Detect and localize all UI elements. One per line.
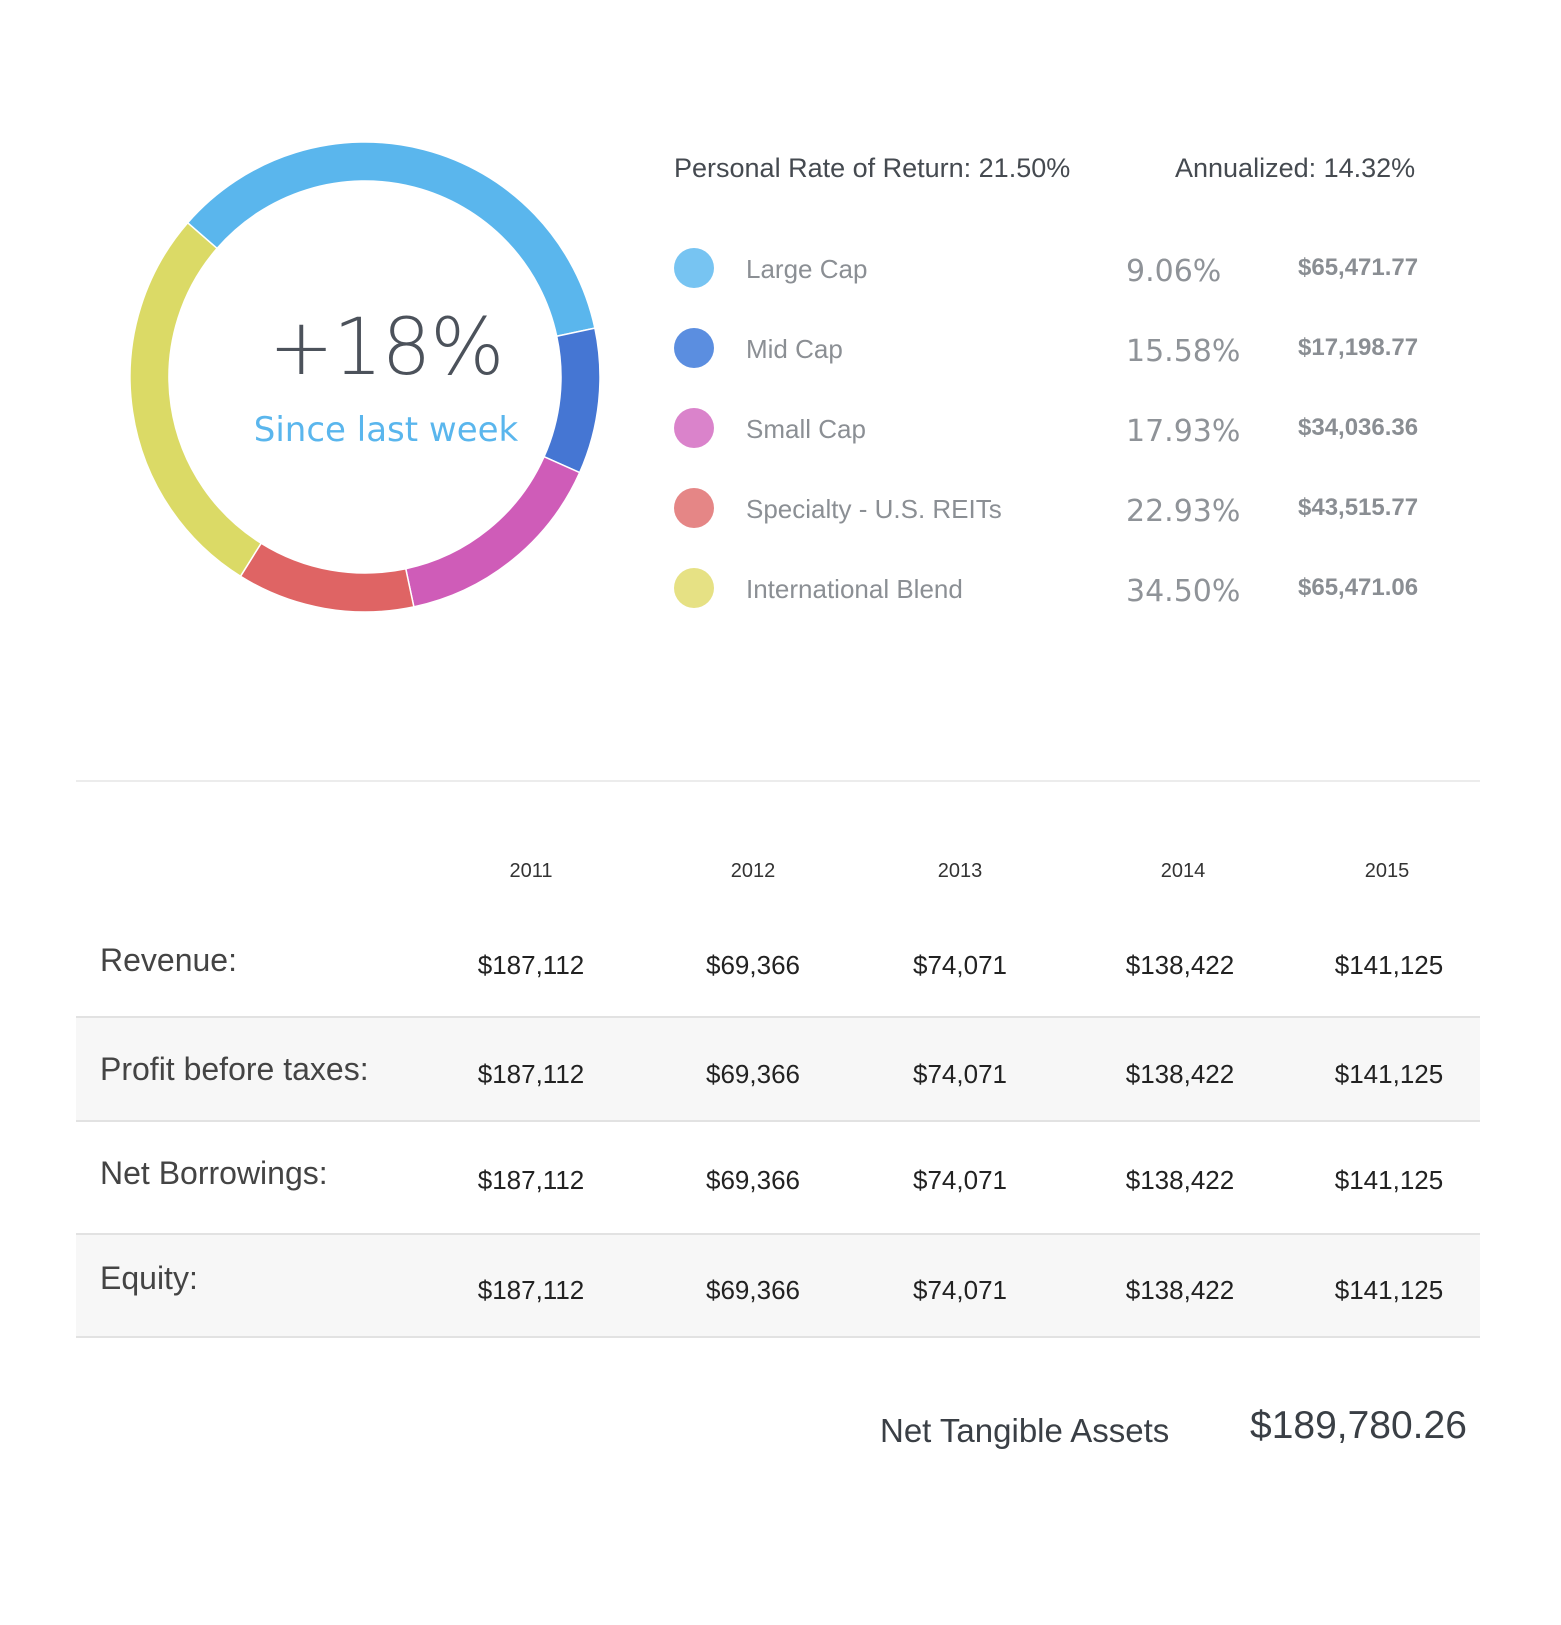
row-label: Profit before taxes: <box>100 1051 369 1087</box>
legend-item-mid-cap: Mid Cap 15.58% $17,198.77 <box>674 328 1454 369</box>
net-tangible-assets-value: $189,780.26 <box>1250 1404 1467 1447</box>
legend-dot <box>674 248 714 288</box>
donut-center: +18% Since last week <box>186 300 586 450</box>
year-header: 2015 <box>1364 860 1410 882</box>
table-row-profit-before-taxes: Profit before taxes: $187,112 $69,366 $7… <box>76 1018 1480 1122</box>
table-header-row: 2011 2012 2013 2014 2015 <box>76 860 1480 892</box>
legend-name: Small Cap <box>746 414 866 444</box>
year-header: 2013 <box>937 860 983 882</box>
table-cell: $138,422 <box>1125 1165 1235 1195</box>
table-row-revenue: Revenue: $187,112 $69,366 $74,071 $138,4… <box>76 892 1480 1018</box>
table-cell: $187,112 <box>477 1275 585 1305</box>
table-cell: $141,125 <box>1334 1165 1444 1195</box>
table-cell: $141,125 <box>1334 1059 1444 1089</box>
table-cell: $141,125 <box>1334 1275 1444 1305</box>
section-divider <box>76 780 1480 782</box>
year-header: 2011 <box>509 860 553 882</box>
legend-percent: 34.50% <box>1126 574 1241 609</box>
legend-percent: 22.93% <box>1126 494 1241 529</box>
legend-dot <box>674 408 714 448</box>
table-cell: $74,071 <box>913 950 1007 980</box>
table-cell: $138,422 <box>1125 1059 1235 1089</box>
legend-name: International Blend <box>746 574 963 604</box>
table-cell: $187,112 <box>477 1165 585 1195</box>
year-header: 2012 <box>730 860 776 882</box>
legend-dot <box>674 328 714 368</box>
legend-name: Mid Cap <box>746 334 843 364</box>
donut-segment-small-cap <box>404 455 581 608</box>
table-row-net-borrowings: Net Borrowings: $187,112 $69,366 $74,071… <box>76 1122 1480 1235</box>
legend-percent: 17.93% <box>1126 414 1241 449</box>
table-cell: $187,112 <box>477 950 585 980</box>
year-header: 2014 <box>1160 860 1206 882</box>
legend-amount: $65,471.06 <box>1298 574 1419 601</box>
table-cell: $74,071 <box>913 1165 1007 1195</box>
performance-period: Since last week <box>253 410 519 450</box>
table-cell: $69,366 <box>706 1165 800 1195</box>
table-cell: $138,422 <box>1125 950 1235 980</box>
annualized-return: Annualized: 14.32% <box>1175 153 1416 183</box>
personal-rate-of-return: Personal Rate of Return: 21.50% <box>674 153 1071 183</box>
legend-name: Large Cap <box>746 254 868 284</box>
legend-percent: 15.58% <box>1126 334 1241 369</box>
row-label: Equity: <box>100 1260 198 1296</box>
legend-amount: $43,515.77 <box>1298 494 1419 521</box>
legend-amount: $65,471.77 <box>1298 254 1419 281</box>
legend-dot <box>674 568 714 608</box>
table-cell: $187,112 <box>477 1059 585 1089</box>
legend-item-specialty-reits: Specialty - U.S. REITs 22.93% $43,515.77 <box>674 488 1454 529</box>
table-cell: $69,366 <box>706 1059 800 1089</box>
legend-percent: 9.06% <box>1126 254 1222 289</box>
row-label: Revenue: <box>100 942 237 978</box>
legend-item-international-blend: International Blend 34.50% $65,471.06 <box>674 568 1454 609</box>
table-cell: $74,071 <box>913 1275 1007 1305</box>
legend-dot <box>674 488 714 528</box>
legend-amount: $34,036.36 <box>1298 414 1419 441</box>
legend-amount: $17,198.77 <box>1298 334 1419 361</box>
financials-table: 2011 2012 2013 2014 2015 Revenue: $187,1… <box>76 860 1480 1338</box>
legend-item-small-cap: Small Cap 17.93% $34,036.36 <box>674 408 1454 449</box>
performance-change: +18% <box>268 303 505 393</box>
table-row-equity: Equity: $187,112 $69,366 $74,071 $138,42… <box>76 1235 1480 1338</box>
legend-item-large-cap: Large Cap 9.06% $65,471.77 <box>674 248 1454 289</box>
row-label: Net Borrowings: <box>100 1155 328 1191</box>
legend-name: Specialty - U.S. REITs <box>746 494 1002 524</box>
donut-segment-specialty-u-s-reits <box>239 542 415 613</box>
table-cell: $74,071 <box>913 1059 1007 1089</box>
table-cell: $138,422 <box>1125 1275 1235 1305</box>
table-cell: $69,366 <box>706 950 800 980</box>
table-cell: $69,366 <box>706 1275 800 1305</box>
table-cell: $141,125 <box>1334 950 1444 980</box>
net-tangible-assets-label: Net Tangible Assets <box>880 1412 1170 1449</box>
